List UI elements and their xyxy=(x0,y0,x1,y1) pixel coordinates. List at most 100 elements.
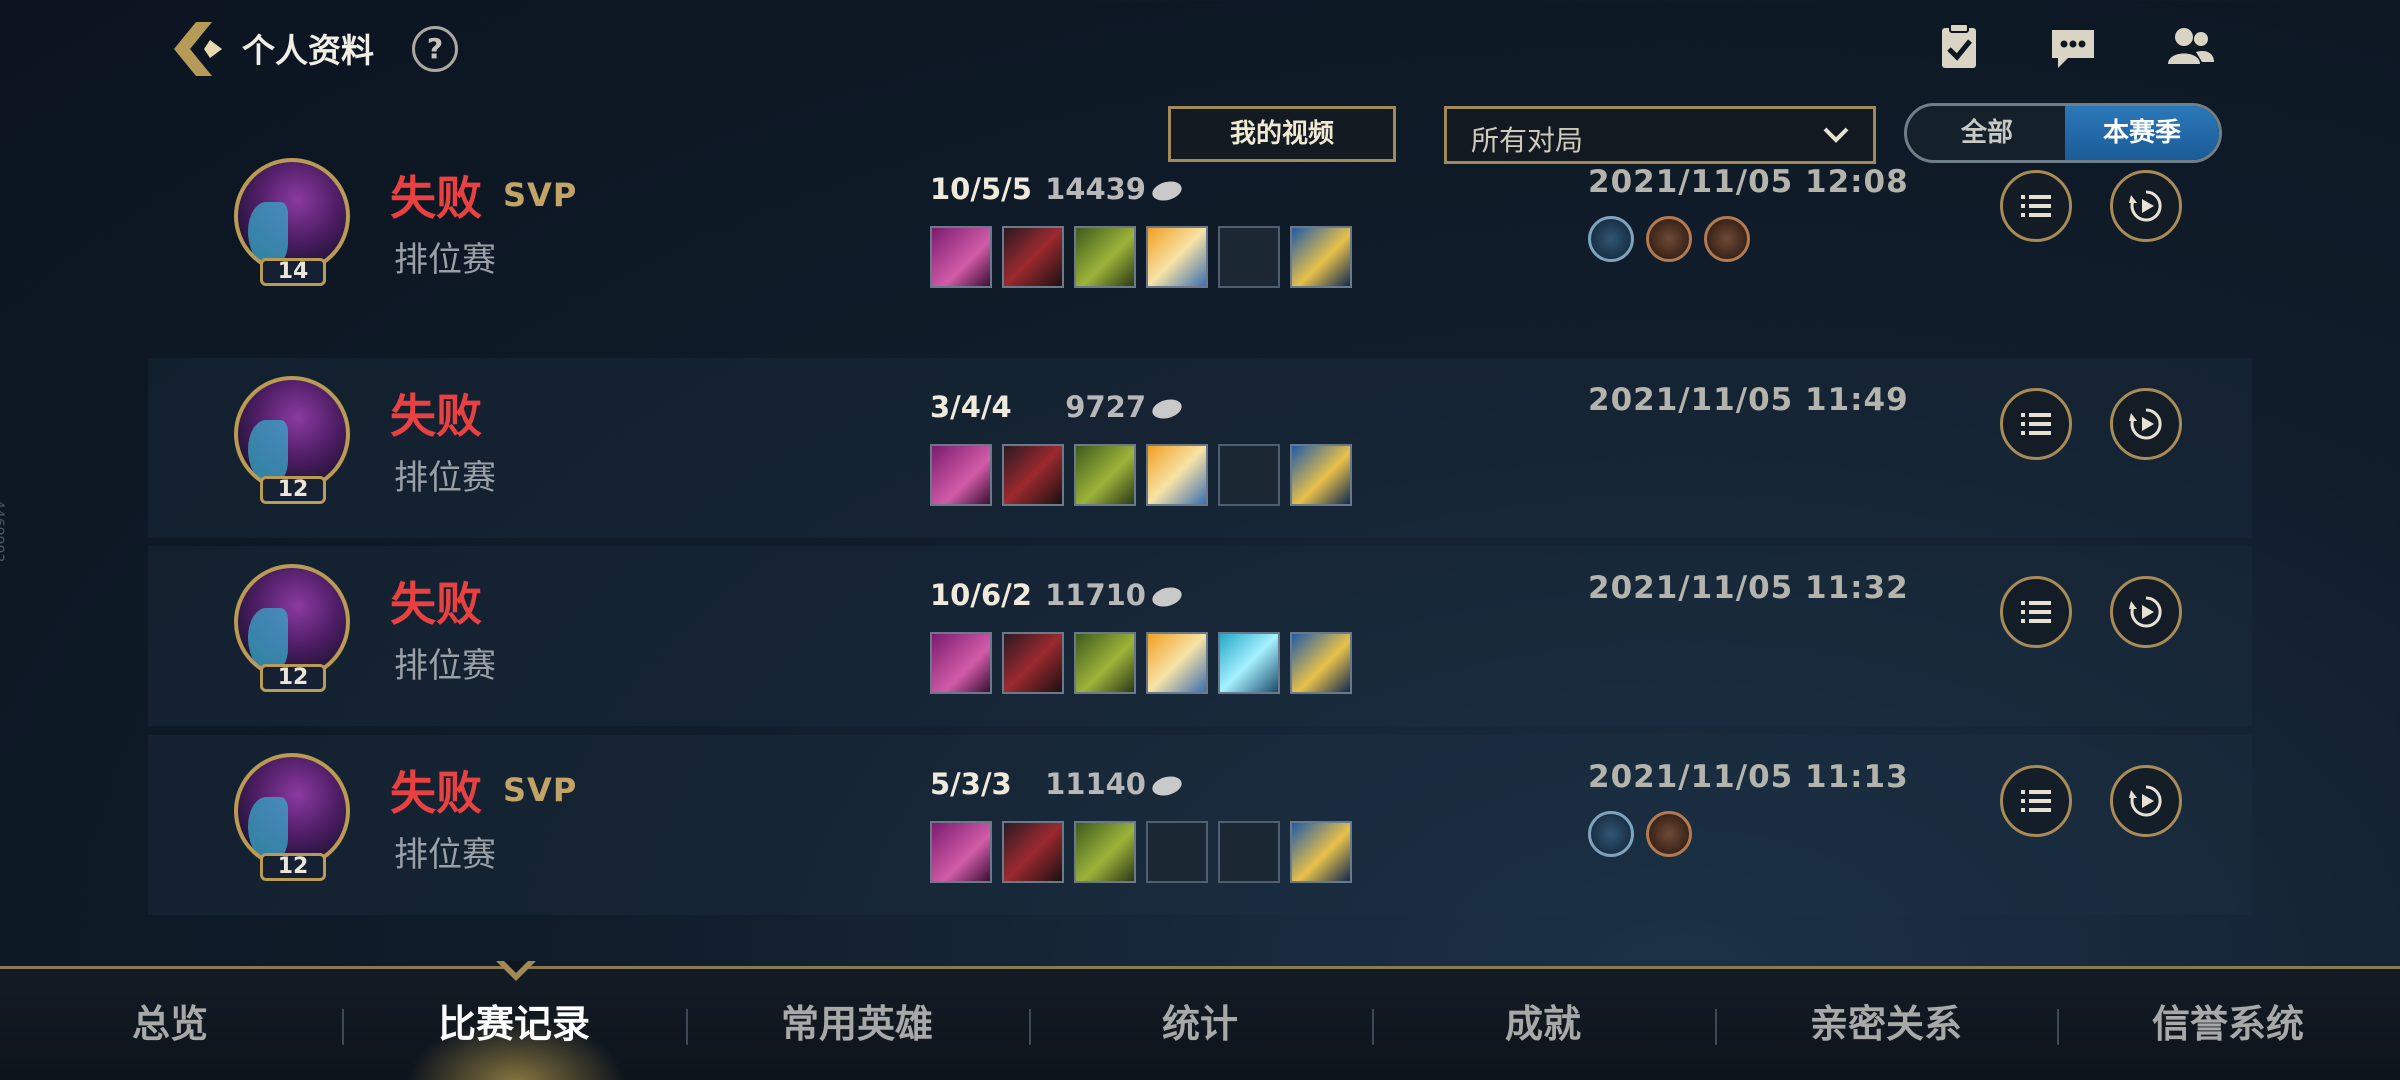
nav-tab[interactable]: 常用英雄 xyxy=(707,993,1007,1048)
page-title: 个人资料 xyxy=(242,31,374,70)
match-result: 失败 xyxy=(390,577,482,631)
nav-tab[interactable]: 统计 xyxy=(1050,993,1350,1048)
help-button[interactable]: ? xyxy=(412,26,458,72)
gold-icon xyxy=(1150,584,1184,610)
nav-divider xyxy=(342,1009,344,1045)
chat-icon[interactable] xyxy=(2048,22,2098,72)
item-slot[interactable] xyxy=(1074,226,1136,288)
list-icon xyxy=(2021,413,2051,435)
kda: 10/5/5 xyxy=(930,172,1032,206)
empty-item-slot[interactable] xyxy=(1146,821,1208,883)
item-slot[interactable] xyxy=(1146,226,1208,288)
gold-value: 11710 xyxy=(1045,578,1184,612)
match-row[interactable]: 12 失败 排位赛 10/6/2 11710 2021/11/05 11:32 xyxy=(148,546,2252,726)
side-id-text: 4469902 xyxy=(0,500,6,563)
replay-button[interactable] xyxy=(2110,765,2182,837)
match-detail-button[interactable] xyxy=(2000,170,2072,242)
item-slot[interactable] xyxy=(1074,632,1136,694)
hero-avatar xyxy=(234,158,350,274)
replay-button[interactable] xyxy=(2110,388,2182,460)
item-slot[interactable] xyxy=(930,821,992,883)
nav-tab[interactable]: 信誉系统 xyxy=(2078,993,2378,1048)
match-mode: 排位赛 xyxy=(394,458,496,498)
active-tab-marker-icon xyxy=(496,961,536,981)
gold-amount: 11140 xyxy=(1045,767,1146,801)
item-slot[interactable] xyxy=(930,226,992,288)
achievement-badge-icon[interactable] xyxy=(1588,811,1634,857)
item-slot[interactable] xyxy=(930,444,992,506)
match-mode: 排位赛 xyxy=(394,240,496,280)
achievement-badge-icon[interactable] xyxy=(1646,216,1692,262)
item-slot[interactable] xyxy=(1074,821,1136,883)
item-slot[interactable] xyxy=(1218,632,1280,694)
gold-value: 11140 xyxy=(1045,767,1184,801)
bottom-nav: 总览 比赛记录 常用英雄 统计 成就 亲密关系 信誉系统 xyxy=(0,961,2400,1080)
item-slot[interactable] xyxy=(1074,444,1136,506)
match-mode: 排位赛 xyxy=(394,646,496,686)
kda: 3/4/4 xyxy=(930,390,1012,424)
match-detail-button[interactable] xyxy=(2000,576,2072,648)
back-button[interactable] xyxy=(170,20,230,78)
replay-icon xyxy=(2129,596,2162,628)
achievement-badge-icon[interactable] xyxy=(1704,216,1750,262)
back-arrow-icon xyxy=(174,22,222,76)
item-slot[interactable] xyxy=(1290,444,1352,506)
gold-value: 9727 xyxy=(1065,390,1184,424)
friends-icon[interactable] xyxy=(2166,22,2216,72)
replay-button[interactable] xyxy=(2110,576,2182,648)
gold-amount: 14439 xyxy=(1045,172,1146,206)
gold-icon xyxy=(1150,396,1184,422)
hero-level-badge: 12 xyxy=(260,476,326,504)
kda: 10/6/2 xyxy=(930,578,1032,612)
empty-item-slot[interactable] xyxy=(1218,226,1280,288)
clipboard-check-icon[interactable] xyxy=(1934,22,1984,72)
match-detail-button[interactable] xyxy=(2000,388,2072,460)
achievement-badge-icon[interactable] xyxy=(1646,811,1692,857)
nav-divider xyxy=(1029,1009,1031,1045)
replay-icon xyxy=(2129,190,2162,222)
nav-divider xyxy=(1372,1009,1374,1045)
item-slot[interactable] xyxy=(1002,226,1064,288)
item-slot[interactable] xyxy=(1290,821,1352,883)
gold-amount: 9727 xyxy=(1065,390,1146,424)
match-date: 2021/11/05 11:32 xyxy=(1588,570,1909,606)
item-slot[interactable] xyxy=(1146,632,1208,694)
match-row[interactable]: 14 失败 SVP 排位赛 10/5/5 14439 2021/11/05 12… xyxy=(148,140,2252,320)
item-slot[interactable] xyxy=(1290,226,1352,288)
list-icon xyxy=(2021,195,2051,217)
empty-item-slot[interactable] xyxy=(1218,821,1280,883)
match-row[interactable]: 12 失败 SVP 排位赛 5/3/3 11140 2021/11/05 11:… xyxy=(148,735,2252,915)
item-slot[interactable] xyxy=(1002,821,1064,883)
header: 个人资料 ? xyxy=(0,0,2400,100)
match-mode: 排位赛 xyxy=(394,835,496,875)
hero-avatar xyxy=(234,753,350,869)
gold-icon xyxy=(1150,773,1184,799)
list-icon xyxy=(2021,790,2051,812)
item-slot[interactable] xyxy=(930,632,992,694)
match-result: 失败 xyxy=(390,171,482,225)
nav-tab[interactable]: 总览 xyxy=(20,993,320,1048)
nav-tab[interactable]: 亲密关系 xyxy=(1736,993,2036,1048)
list-icon xyxy=(2021,601,2051,623)
empty-item-slot[interactable] xyxy=(1218,444,1280,506)
nav-divider xyxy=(686,1009,688,1045)
achievement-badge-icon[interactable] xyxy=(1588,216,1634,262)
match-row[interactable]: 12 失败 排位赛 3/4/4 9727 2021/11/05 11:49 xyxy=(148,358,2252,538)
match-detail-button[interactable] xyxy=(2000,765,2072,837)
svp-badge: SVP xyxy=(503,771,578,809)
hero-level-badge: 12 xyxy=(260,853,326,881)
replay-icon xyxy=(2129,785,2162,817)
match-result: 失败 xyxy=(390,389,482,443)
nav-tab[interactable]: 比赛记录 xyxy=(364,993,664,1048)
hero-avatar xyxy=(234,376,350,492)
replay-button[interactable] xyxy=(2110,170,2182,242)
item-slot[interactable] xyxy=(1002,632,1064,694)
item-slot[interactable] xyxy=(1002,444,1064,506)
gold-amount: 11710 xyxy=(1045,578,1146,612)
nav-tab[interactable]: 成就 xyxy=(1393,993,1693,1048)
item-slot[interactable] xyxy=(1290,632,1352,694)
match-date: 2021/11/05 11:13 xyxy=(1588,759,1909,795)
match-date: 2021/11/05 12:08 xyxy=(1588,164,1909,200)
gold-value: 14439 xyxy=(1045,172,1184,206)
item-slot[interactable] xyxy=(1146,444,1208,506)
